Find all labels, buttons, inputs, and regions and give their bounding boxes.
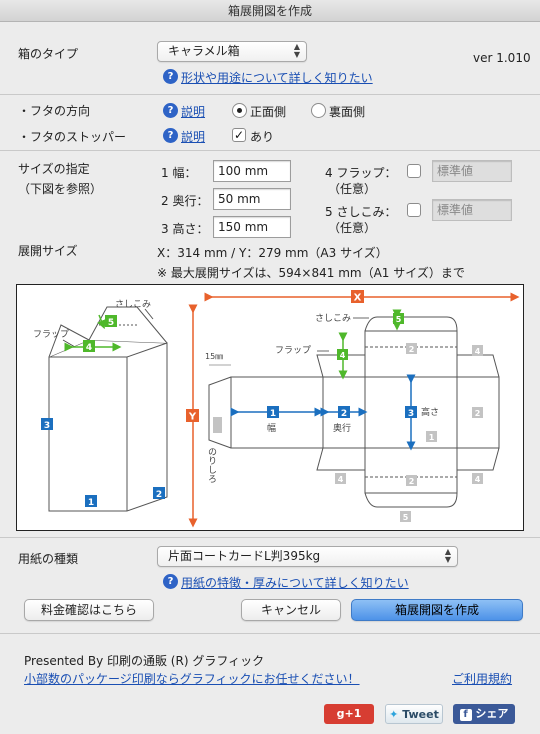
marker-4-3d: 4 xyxy=(86,343,92,353)
radio-back-label: 裏面側 xyxy=(329,105,366,119)
flap-sublabel: （任意） xyxy=(328,182,377,196)
marker-1: 1 xyxy=(270,409,276,419)
diagram-svg: さしこみ フラップ 5 4 3 1 2 X Y 15㎜ のりしろ さしこみ フラ… xyxy=(33,290,520,528)
twitter-bird-icon: ✦ xyxy=(389,708,399,721)
version-text: ver 1.010 xyxy=(473,51,531,65)
price-check-button[interactable]: 料金確認はこちら xyxy=(24,599,154,621)
lid-stopper-label: ・フタのストッパー xyxy=(18,130,127,144)
label-width: 幅 xyxy=(267,422,276,434)
size-sublabel: （下図を参照） xyxy=(18,182,103,196)
size-label: サイズの指定 xyxy=(18,162,90,176)
facebook-share-button[interactable]: f シェア xyxy=(453,704,515,724)
label-norishiro: のりしろ xyxy=(206,447,217,483)
gray-marker-4-left: 4 xyxy=(338,475,344,484)
height-label: 3 高さ： xyxy=(161,222,209,236)
label-sashikomi: さしこみ xyxy=(315,313,351,324)
gray-marker-4-right: 4 xyxy=(475,475,481,484)
lid-stopper-help-link[interactable]: 説明 xyxy=(181,128,205,145)
unfold-note: ※ 最大展開サイズは、594×841 mm（A1 サイズ）まで xyxy=(157,266,465,280)
tweet-button[interactable]: ✦ Tweet xyxy=(385,704,443,724)
gray-marker-1: 1 xyxy=(429,433,435,442)
marker-2: 2 xyxy=(341,409,347,419)
help-icon[interactable]: ? xyxy=(163,69,178,84)
help-icon[interactable]: ? xyxy=(163,128,178,143)
box-type-select[interactable]: キャラメル箱 ▲ ▼ xyxy=(157,41,307,62)
terms-link[interactable]: ご利用規約 xyxy=(452,670,512,687)
divider xyxy=(0,537,540,538)
lid-direction-label: ・フタの方向 xyxy=(18,104,91,118)
lid-direction-help-link[interactable]: 説明 xyxy=(181,103,205,120)
marker-1-3d: 1 xyxy=(88,498,94,508)
tuck-checkbox[interactable] xyxy=(407,203,421,217)
label-height: 高さ xyxy=(421,406,439,418)
gray-marker-4-top: 4 xyxy=(475,347,481,356)
radio-front-label: 正面側 xyxy=(250,105,287,119)
presented-by: Presented By 印刷の通販 (R) グラフィック xyxy=(24,654,265,668)
paper-help-link[interactable]: 用紙の特徴・厚みについて詳しく知りたい xyxy=(181,574,409,591)
box-type-help-link[interactable]: 形状や用途について詳しく知りたい xyxy=(181,69,373,86)
tuck-input[interactable]: 標準値 xyxy=(432,199,512,221)
flap-checkbox[interactable] xyxy=(407,164,421,178)
paper-value: 片面コートカードL判395kg xyxy=(168,549,321,563)
box-type-value: キャラメル箱 xyxy=(168,44,240,58)
unfold-label: 展開サイズ xyxy=(18,244,78,258)
marker-4: 4 xyxy=(340,351,346,360)
gray-marker-2-side: 2 xyxy=(475,409,481,418)
width-input[interactable]: 100 mm xyxy=(213,160,291,182)
label-sashikomi-3d: さしこみ xyxy=(115,299,151,310)
marker-2-3d: 2 xyxy=(156,490,162,500)
stopper-checkbox-label: あり xyxy=(250,130,275,144)
gray-marker-5: 5 xyxy=(403,513,409,522)
help-icon[interactable]: ? xyxy=(163,574,178,589)
label-flap-3d: フラップ xyxy=(33,329,69,340)
facebook-icon: f xyxy=(459,709,472,721)
label-15mm: 15㎜ xyxy=(205,352,223,361)
flap-label: 4 フラップ： xyxy=(325,166,397,180)
x-dimension-label: X xyxy=(354,293,362,304)
gray-marker-2-top: 2 xyxy=(409,345,415,354)
unfold-value: X：314 mm / Y：279 mm（A3 サイズ） xyxy=(157,246,388,260)
share-label: シェア xyxy=(475,707,509,720)
window-title: 箱展開図を作成 xyxy=(227,4,312,18)
radio-front[interactable] xyxy=(232,103,247,118)
radio-back[interactable] xyxy=(311,103,326,118)
width-label: 1 幅： xyxy=(161,166,197,180)
window-title-bar: 箱展開図を作成 xyxy=(0,0,540,22)
select-arrows-icon: ▲ ▼ xyxy=(444,547,451,564)
height-input[interactable]: 150 mm xyxy=(213,216,291,238)
divider xyxy=(0,150,540,151)
promo-link[interactable]: 小部数のパッケージ印刷ならグラフィックにお任せください！ xyxy=(24,670,360,687)
gray-marker-2-bottom: 2 xyxy=(409,477,415,486)
divider xyxy=(0,633,540,634)
marker-3-3d: 3 xyxy=(44,421,50,431)
marker-3: 3 xyxy=(408,409,414,419)
paper-label: 用紙の種類 xyxy=(18,552,79,566)
gray-markers xyxy=(335,343,483,522)
cancel-button[interactable]: キャンセル xyxy=(241,599,341,621)
box-diagram: さしこみ フラップ 5 4 3 1 2 X Y 15㎜ のりしろ さしこみ フラ… xyxy=(16,284,524,531)
flap-input[interactable]: 標準値 xyxy=(432,160,512,182)
label-flap: フラップ xyxy=(275,345,311,356)
box-type-label: 箱のタイプ xyxy=(18,47,79,61)
select-arrows-icon: ▲ ▼ xyxy=(293,42,300,59)
divider xyxy=(0,94,540,95)
tuck-label: 5 さしこみ： xyxy=(325,205,397,219)
depth-label: 2 奥行： xyxy=(161,194,209,208)
marker-5: 5 xyxy=(396,315,402,324)
gplus-button[interactable]: g+1 xyxy=(324,704,374,724)
depth-input[interactable]: 50 mm xyxy=(213,188,291,210)
help-icon[interactable]: ? xyxy=(163,103,178,118)
stopper-checkbox[interactable]: ✓ xyxy=(232,128,246,142)
tweet-label: Tweet xyxy=(402,708,439,721)
marker-5-3d: 5 xyxy=(108,318,114,328)
create-button[interactable]: 箱展開図を作成 xyxy=(351,599,523,621)
gplus-label: g+1 xyxy=(336,707,362,720)
y-dimension-label: Y xyxy=(188,412,197,423)
paper-select[interactable]: 片面コートカードL判395kg ▲ ▼ xyxy=(157,546,458,567)
label-depth: 奥行 xyxy=(333,422,351,434)
tuck-sublabel: （任意） xyxy=(328,221,377,235)
